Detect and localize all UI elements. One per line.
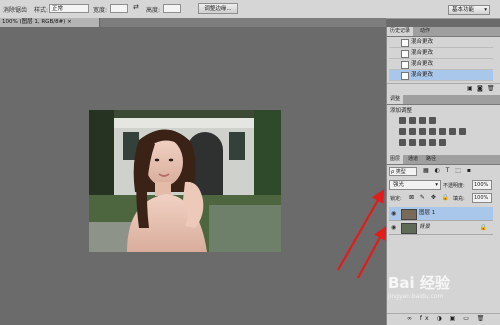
watermark-text: Bai 经验 <box>388 274 450 292</box>
watermark-subtext: jingyan.baidu.com <box>388 293 444 300</box>
baidu-watermark: Bai 经验 jingyan.baidu.com <box>388 272 498 312</box>
arrow-to-blend-mode <box>337 189 385 271</box>
arrow-to-layer <box>357 226 387 279</box>
